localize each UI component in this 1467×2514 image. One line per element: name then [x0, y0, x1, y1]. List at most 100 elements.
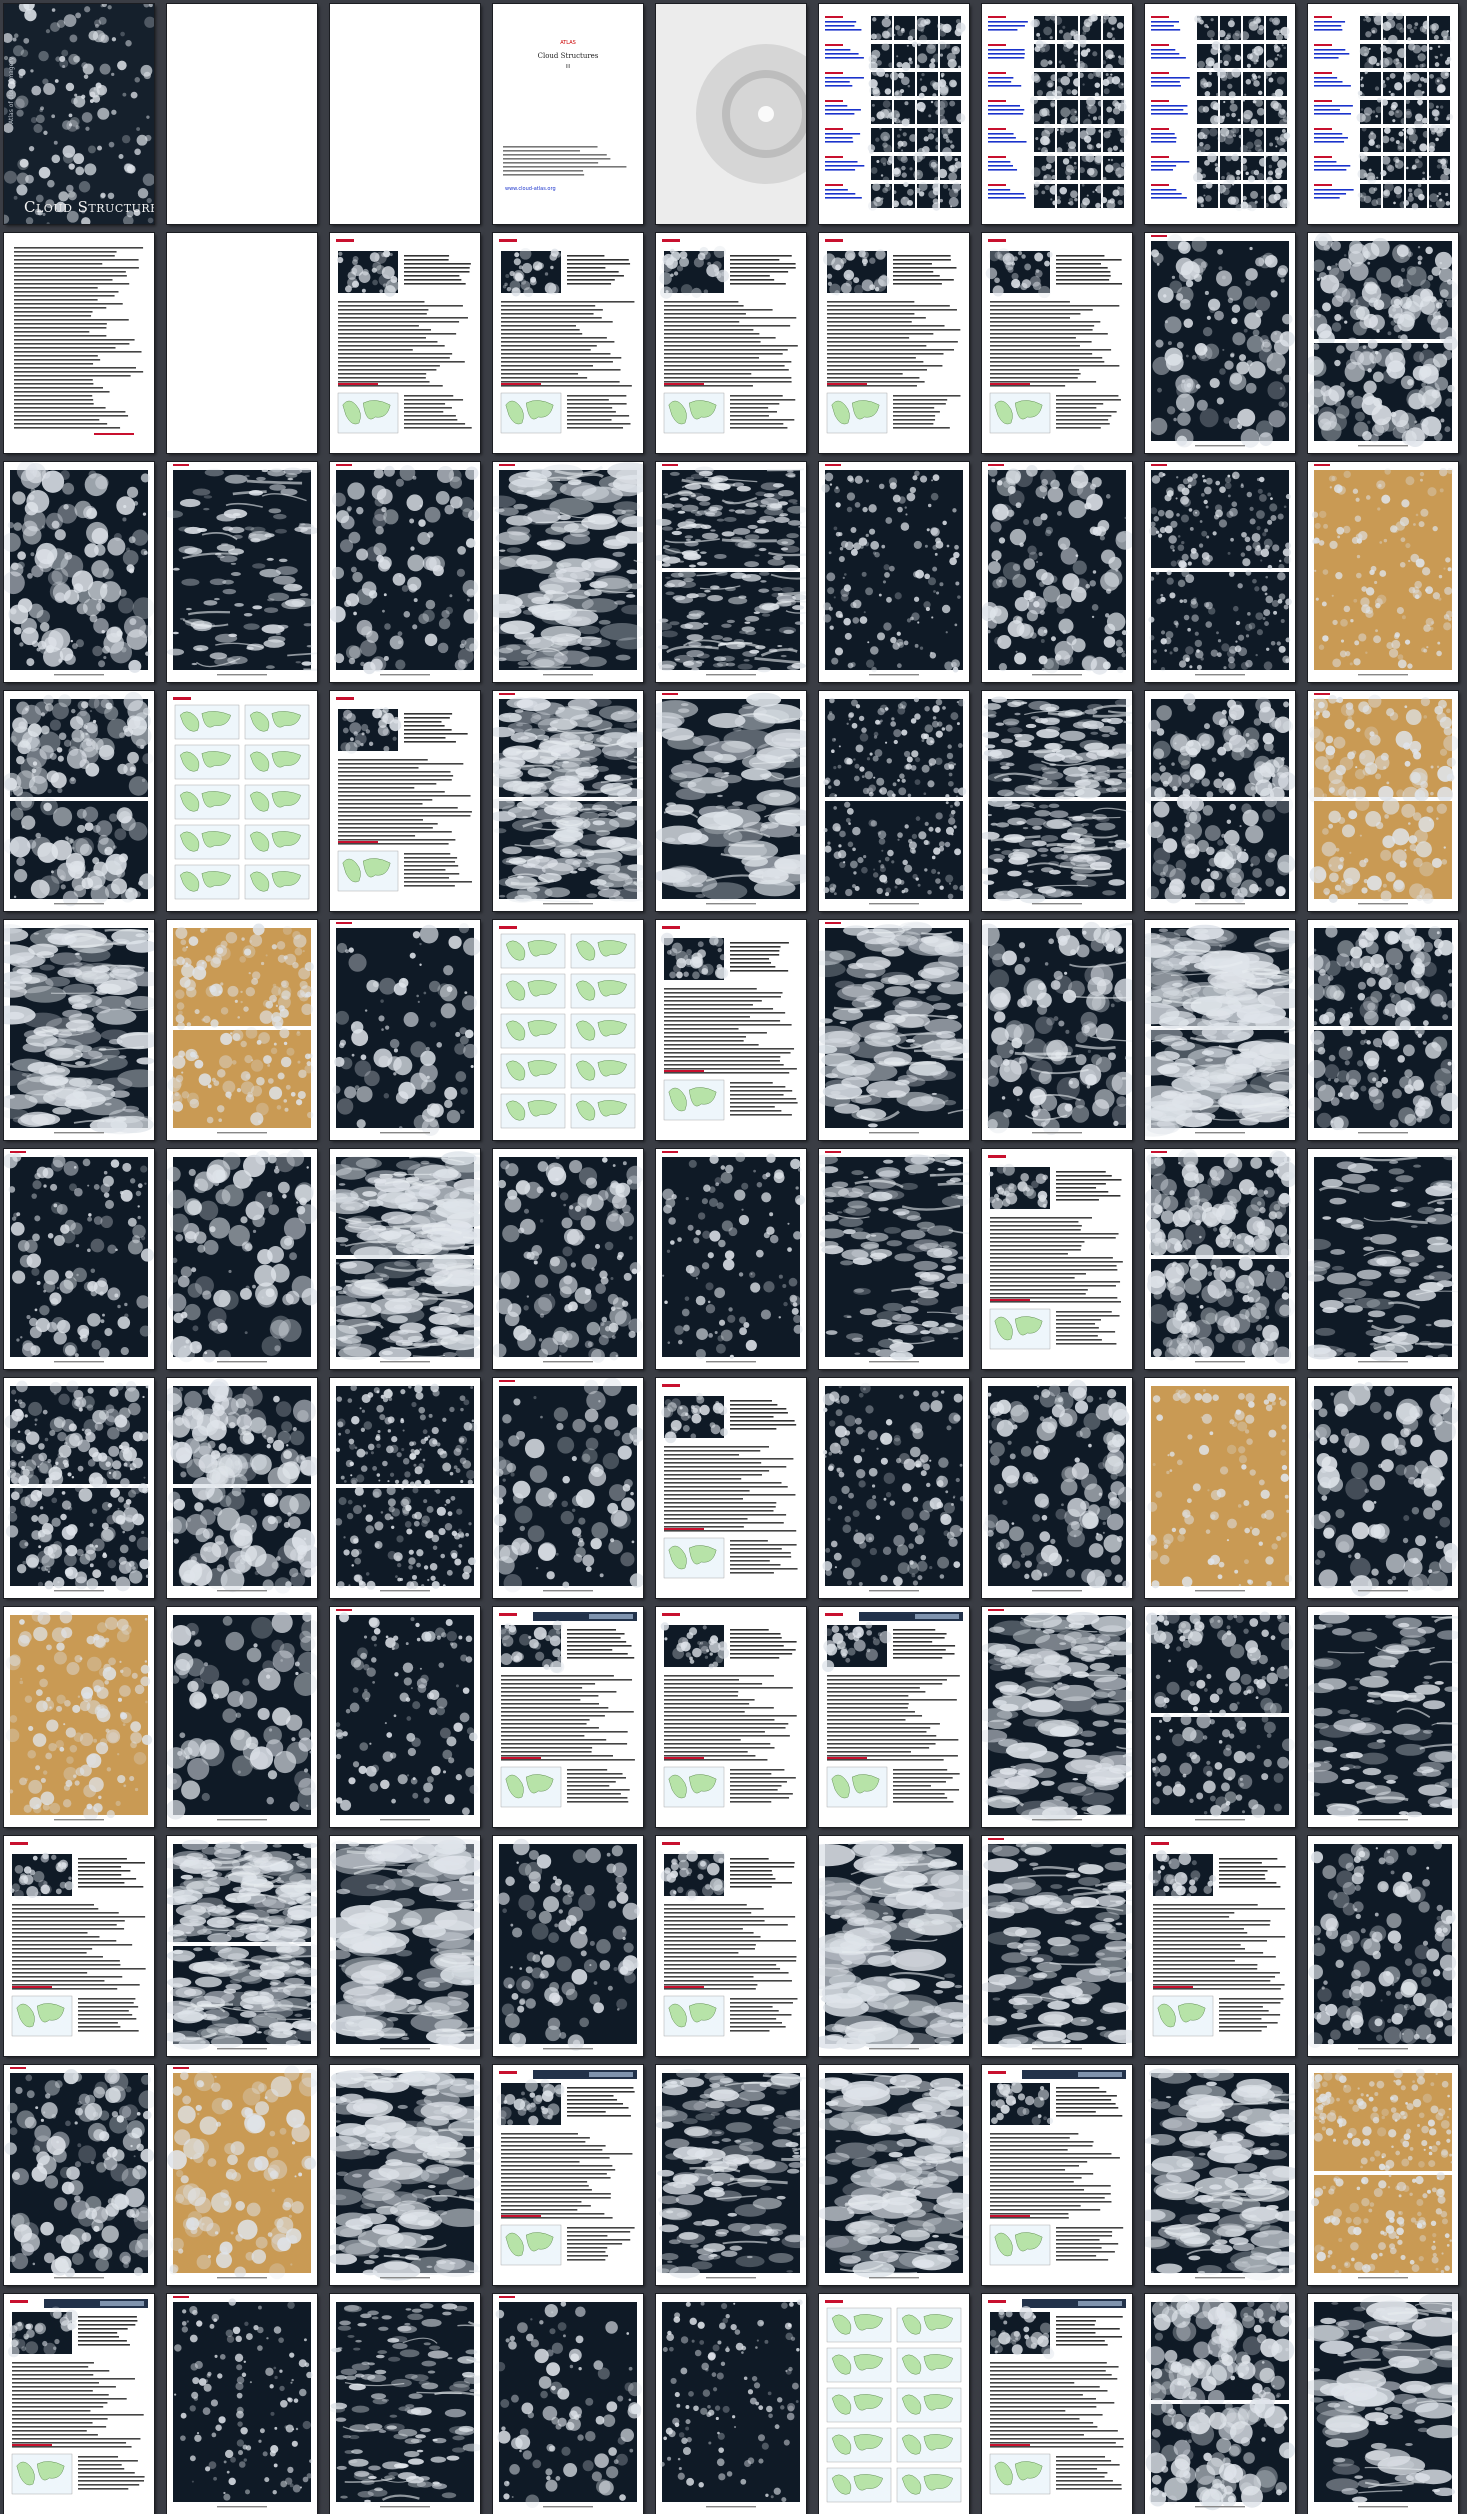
page-thumbnail[interactable]: [167, 1607, 317, 1827]
page-thumbnail[interactable]: Cloud Structures Atlas of cloud imagery: [4, 4, 154, 224]
page-thumbnail[interactable]: [330, 4, 480, 224]
page-thumbnail[interactable]: [819, 1149, 969, 1369]
page-thumbnail[interactable]: [493, 233, 643, 453]
page-thumbnail[interactable]: [1145, 920, 1295, 1140]
page-thumbnail[interactable]: [167, 2294, 317, 2514]
page-thumbnail[interactable]: [819, 920, 969, 1140]
page-thumbnail[interactable]: [819, 2294, 969, 2514]
page-thumbnail[interactable]: [982, 1836, 1132, 2056]
page-thumbnail[interactable]: [167, 2065, 317, 2285]
page-thumbnail[interactable]: [4, 233, 154, 453]
page-thumbnail[interactable]: [493, 462, 643, 682]
page-thumbnail[interactable]: [819, 233, 969, 453]
page-thumbnail[interactable]: [493, 1149, 643, 1369]
page-thumbnail[interactable]: [167, 233, 317, 453]
page-thumbnail[interactable]: [656, 2294, 806, 2514]
page-thumbnail[interactable]: [330, 2294, 480, 2514]
page-thumbnail[interactable]: [493, 1378, 643, 1598]
page-thumbnail[interactable]: [1145, 2294, 1295, 2514]
page-thumbnail[interactable]: [330, 1378, 480, 1598]
page-thumbnail[interactable]: [493, 2065, 643, 2285]
page-thumbnail[interactable]: [1308, 1836, 1458, 2056]
page-thumbnail[interactable]: [819, 1378, 969, 1598]
page-thumbnail[interactable]: [1308, 1149, 1458, 1369]
page-thumbnail[interactable]: [1145, 1836, 1295, 2056]
page-thumbnail[interactable]: [656, 233, 806, 453]
page-thumbnail[interactable]: [1145, 4, 1295, 224]
page-thumbnail[interactable]: [1308, 462, 1458, 682]
page-thumbnail[interactable]: ATLAS Cloud Structures III www.cloud-atlas.…: [493, 4, 643, 224]
page-thumbnail[interactable]: [1308, 4, 1458, 224]
page-thumbnail[interactable]: [982, 2065, 1132, 2285]
page-thumbnail[interactable]: [493, 691, 643, 911]
page-thumbnail[interactable]: [1308, 1607, 1458, 1827]
page-thumbnail[interactable]: [1308, 233, 1458, 453]
page-thumbnail[interactable]: [1145, 1607, 1295, 1827]
page-thumbnail[interactable]: [656, 920, 806, 1140]
page-thumbnail[interactable]: [1145, 233, 1295, 453]
page-thumbnail[interactable]: [167, 920, 317, 1140]
page-thumbnail[interactable]: [1308, 2294, 1458, 2514]
page-thumbnail[interactable]: [656, 1378, 806, 1598]
page-thumbnail[interactable]: [4, 2065, 154, 2285]
page-thumbnail[interactable]: [656, 1607, 806, 1827]
page-thumbnail[interactable]: [819, 2065, 969, 2285]
page-thumbnail[interactable]: [982, 691, 1132, 911]
page-thumbnail[interactable]: [493, 920, 643, 1140]
page-thumbnail[interactable]: [1145, 462, 1295, 682]
page-thumbnail[interactable]: [656, 4, 806, 224]
page-thumbnail[interactable]: [819, 4, 969, 224]
title-page-link[interactable]: www.cloud-atlas.org: [505, 186, 556, 192]
page-thumbnail[interactable]: [656, 2065, 806, 2285]
page-thumbnail[interactable]: [330, 920, 480, 1140]
page-thumbnail[interactable]: [982, 920, 1132, 1140]
page-thumbnail[interactable]: [656, 462, 806, 682]
page-thumbnail[interactable]: [167, 1149, 317, 1369]
page-thumbnail[interactable]: [819, 1836, 969, 2056]
page-thumbnail[interactable]: [1145, 691, 1295, 911]
page-thumbnail[interactable]: [1145, 1149, 1295, 1369]
page-thumbnail[interactable]: [330, 233, 480, 453]
page-thumbnail[interactable]: [330, 691, 480, 911]
page-thumbnail[interactable]: [493, 1836, 643, 2056]
page-thumbnail[interactable]: [167, 462, 317, 682]
page-thumbnail[interactable]: [167, 1378, 317, 1598]
page-thumbnail[interactable]: [819, 691, 969, 911]
page-thumbnail[interactable]: [167, 1836, 317, 2056]
page-thumbnail[interactable]: [4, 1836, 154, 2056]
page-thumbnail[interactable]: [1308, 691, 1458, 911]
page-thumbnail[interactable]: [330, 1149, 480, 1369]
page-thumbnail[interactable]: [4, 920, 154, 1140]
page-thumbnail[interactable]: [982, 1378, 1132, 1598]
page-thumbnail[interactable]: [330, 462, 480, 682]
page-thumbnail[interactable]: [982, 1607, 1132, 1827]
page-thumbnail[interactable]: [4, 1149, 154, 1369]
page-thumbnail[interactable]: [1308, 920, 1458, 1140]
page-thumbnail[interactable]: [656, 1149, 806, 1369]
page-thumbnail[interactable]: [4, 462, 154, 682]
page-thumbnail[interactable]: [493, 2294, 643, 2514]
page-thumbnail[interactable]: [982, 462, 1132, 682]
page-thumbnail[interactable]: [656, 691, 806, 911]
page-thumbnail[interactable]: [330, 1607, 480, 1827]
page-thumbnail[interactable]: [1145, 1378, 1295, 1598]
page-thumbnail[interactable]: [982, 4, 1132, 224]
page-thumbnail[interactable]: [982, 233, 1132, 453]
page-thumbnail[interactable]: [4, 1607, 154, 1827]
page-thumbnail[interactable]: [493, 1607, 643, 1827]
page-thumbnail[interactable]: [167, 4, 317, 224]
page-thumbnail[interactable]: [819, 462, 969, 682]
page-thumbnail[interactable]: [330, 2065, 480, 2285]
page-thumbnail[interactable]: [167, 691, 317, 911]
page-thumbnail[interactable]: [4, 691, 154, 911]
page-thumbnail[interactable]: [1308, 2065, 1458, 2285]
page-thumbnail[interactable]: [982, 2294, 1132, 2514]
page-thumbnail[interactable]: [656, 1836, 806, 2056]
page-thumbnail[interactable]: [1308, 1378, 1458, 1598]
page-thumbnail[interactable]: [330, 1836, 480, 2056]
page-thumbnail[interactable]: [819, 1607, 969, 1827]
page-thumbnail[interactable]: [4, 2294, 154, 2514]
page-thumbnail[interactable]: [4, 1378, 154, 1598]
page-thumbnail[interactable]: [982, 1149, 1132, 1369]
page-thumbnail[interactable]: [1145, 2065, 1295, 2285]
